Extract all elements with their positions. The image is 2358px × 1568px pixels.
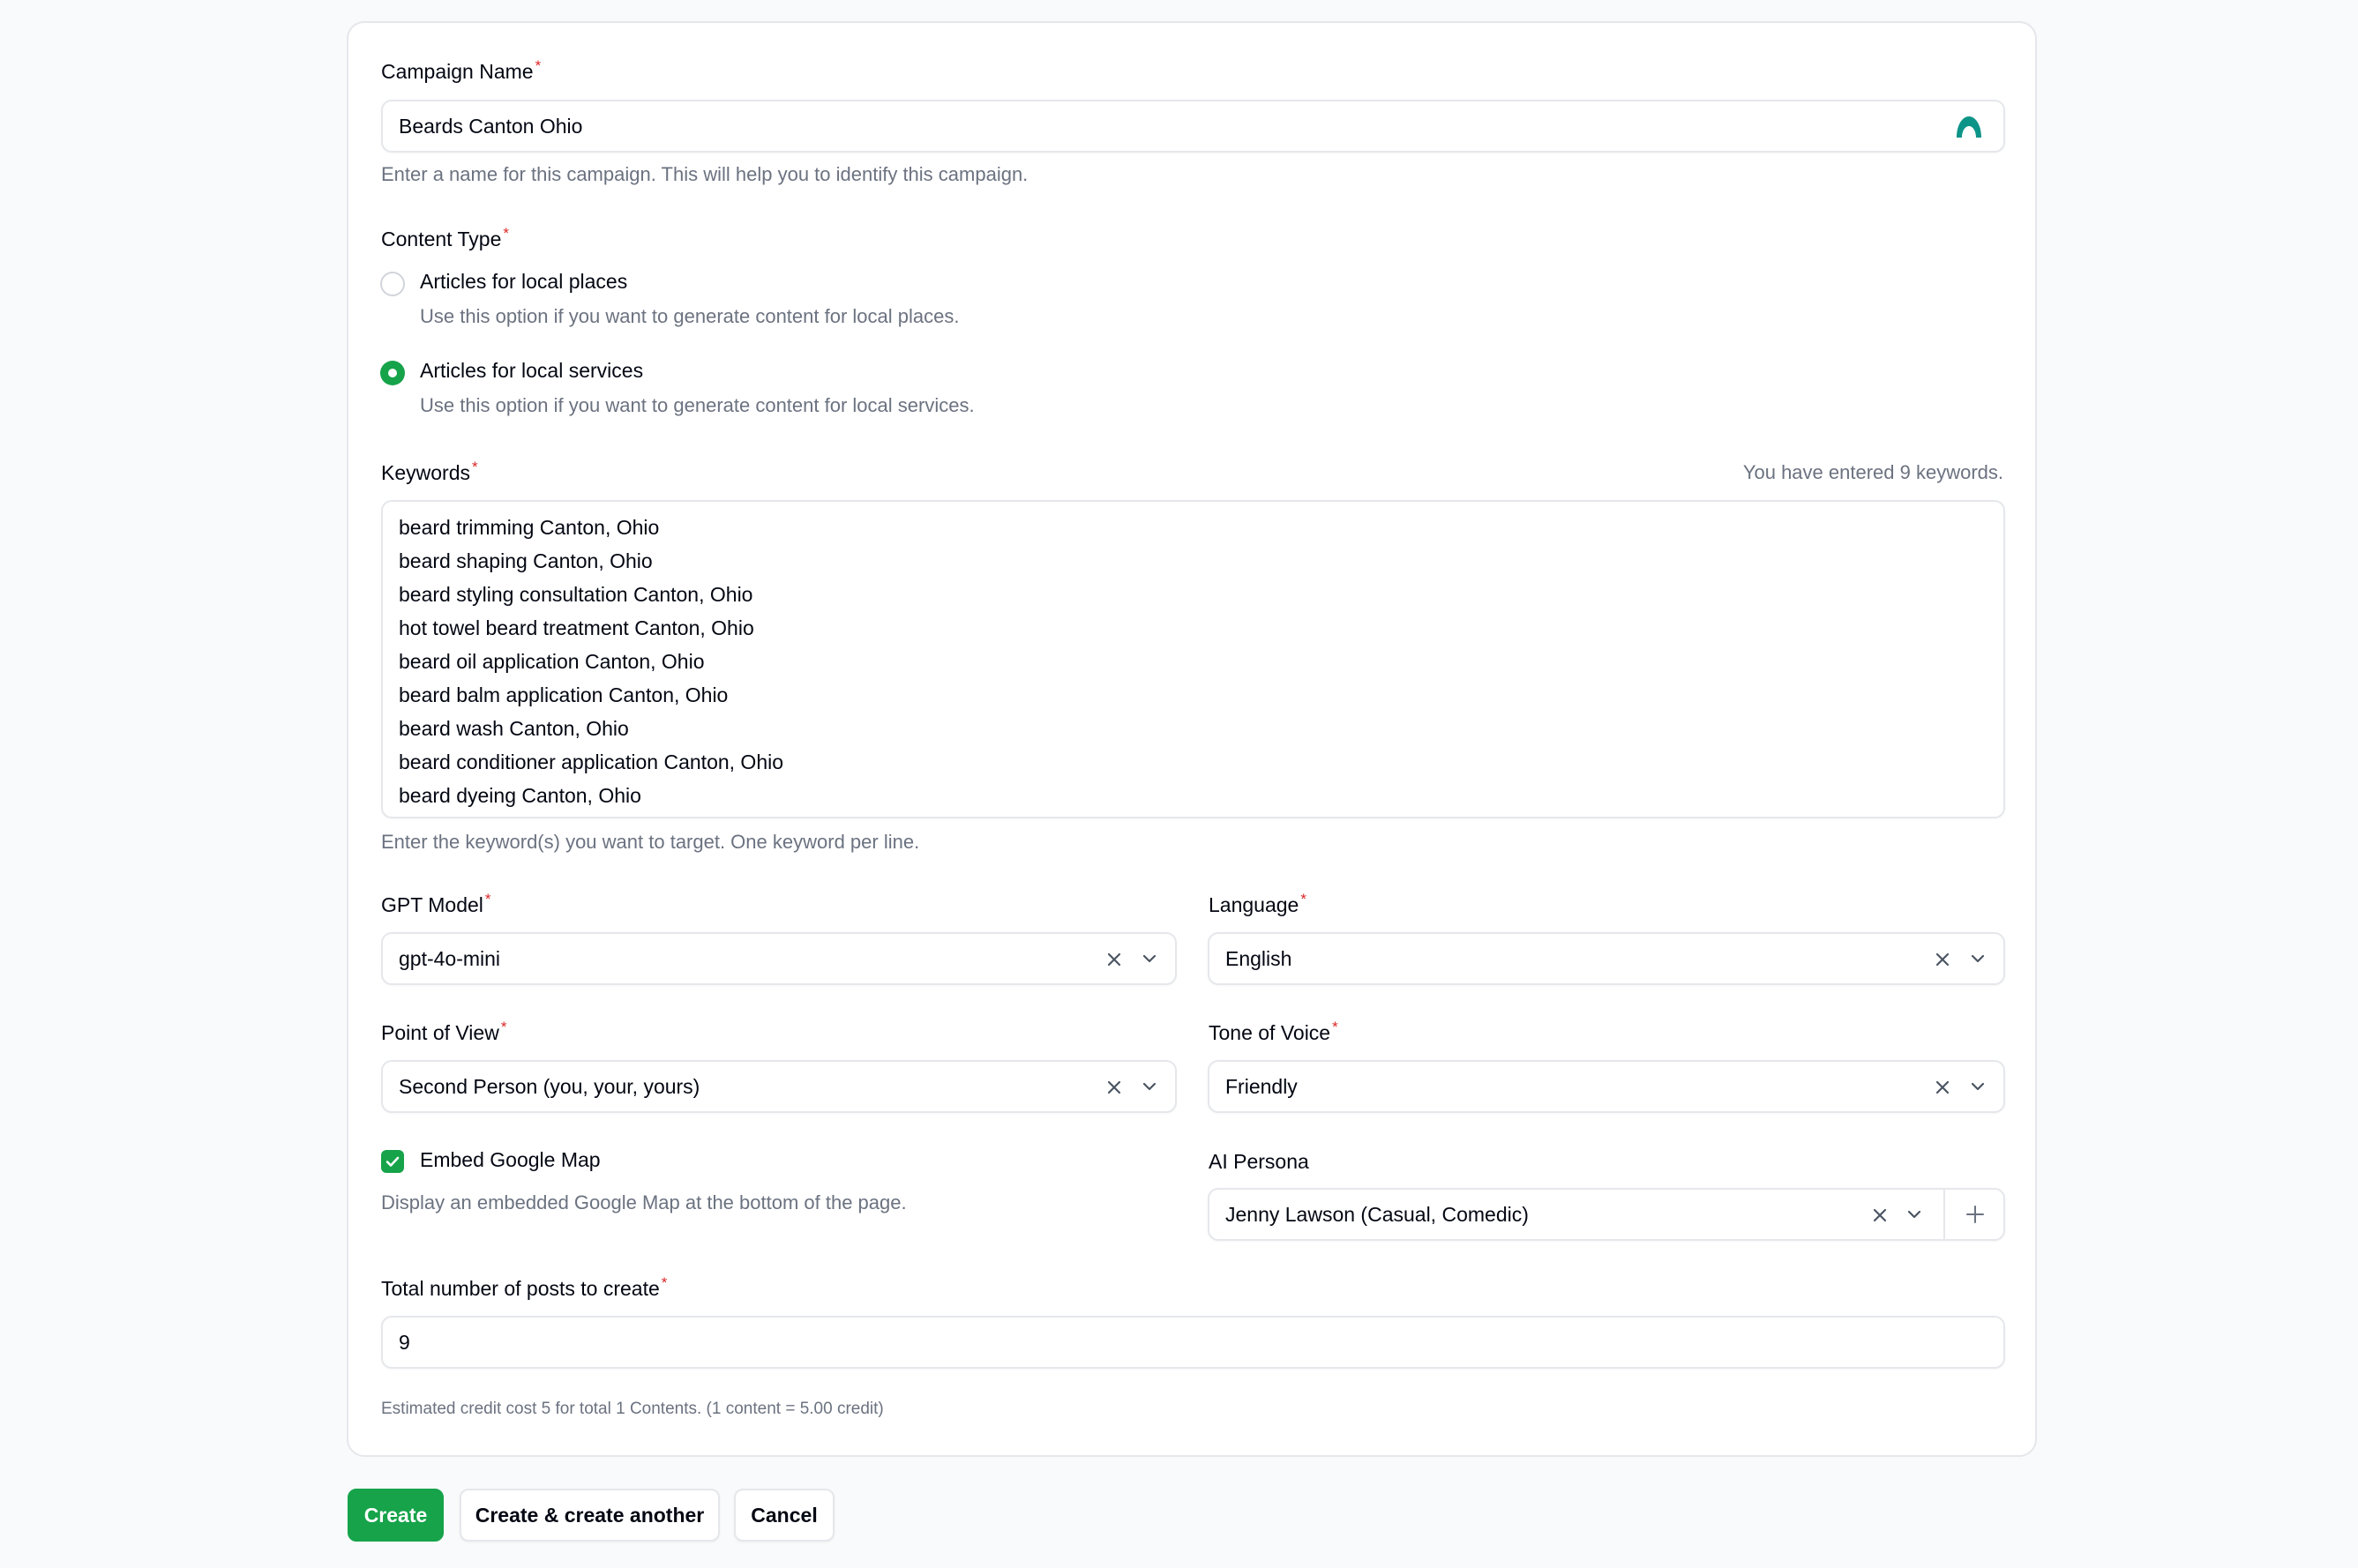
content-type-label: Content Type *: [381, 225, 510, 250]
ai-persona-value: Jenny Lawson (Casual, Comedic): [1225, 1203, 1529, 1226]
clear-x-icon[interactable]: [1106, 952, 1122, 967]
embed-map-label[interactable]: Embed Google Map: [420, 1148, 601, 1172]
campaign-name-label: Campaign Name *: [381, 57, 542, 83]
language-value: English: [1225, 947, 1292, 970]
chevron-down-icon[interactable]: [1142, 1080, 1157, 1093]
campaign-name-input[interactable]: Beards Canton Ohio: [381, 100, 2005, 153]
language-select[interactable]: English: [1208, 932, 2005, 985]
chevron-down-icon[interactable]: [1970, 1080, 1986, 1093]
option-local-services-description: Use this option if you want to generate …: [420, 394, 975, 416]
total-posts-label: Total number of posts to create *: [381, 1274, 668, 1300]
ai-persona-label: AI Persona: [1209, 1150, 1309, 1173]
campaign-name-value: Beards Canton Ohio: [399, 115, 583, 138]
embed-map-checkbox[interactable]: [381, 1150, 404, 1173]
option-local-places-label[interactable]: Articles for local places: [420, 270, 627, 294]
keyword-line: beard shaping Canton, Ohio: [399, 549, 653, 572]
cancel-button[interactable]: Cancel: [734, 1489, 835, 1542]
create-button[interactable]: Create: [348, 1489, 444, 1542]
embed-map-helper: Display an embedded Google Map at the bo…: [381, 1191, 907, 1213]
tone-of-voice-value: Friendly: [1225, 1075, 1298, 1098]
clear-x-icon[interactable]: [1935, 1079, 1950, 1095]
keyword-line: beard balm application Canton, Ohio: [399, 683, 729, 706]
keywords-count: You have entered 9 keywords.: [1742, 461, 2003, 483]
keywords-list: beard trimming Canton, Ohio beard shapin…: [399, 511, 783, 812]
keyword-line: beard oil application Canton, Ohio: [399, 650, 705, 673]
option-local-places-description: Use this option if you want to generate …: [420, 305, 960, 327]
keyword-line: hot towel beard treatment Canton, Ohio: [399, 616, 754, 639]
extension-logo-icon[interactable]: [1955, 114, 1983, 138]
language-label: Language *: [1209, 891, 1306, 916]
radio-local-services[interactable]: [380, 361, 405, 385]
clear-x-icon[interactable]: [1872, 1207, 1888, 1223]
credit-cost-note: Estimated credit cost 5 for total 1 Cont…: [381, 1400, 884, 1418]
keywords-helper: Enter the keyword(s) you want to target.…: [381, 831, 920, 853]
tone-of-voice-label: Tone of Voice *: [1209, 1019, 1338, 1044]
gpt-model-select[interactable]: gpt-4o-mini: [381, 932, 1177, 985]
keyword-line: beard dyeing Canton, Ohio: [399, 784, 641, 807]
keyword-line: beard conditioner application Canton, Oh…: [399, 750, 784, 773]
keyword-line: beard styling consultation Canton, Ohio: [399, 583, 753, 606]
create-another-button[interactable]: Create & create another: [460, 1489, 720, 1542]
total-posts-input[interactable]: 9: [381, 1316, 2005, 1369]
tone-of-voice-select[interactable]: Friendly: [1208, 1060, 2005, 1113]
point-of-view-select[interactable]: Second Person (you, your, yours): [381, 1060, 1177, 1113]
clear-x-icon[interactable]: [1935, 952, 1950, 967]
chevron-down-icon[interactable]: [1970, 952, 1986, 965]
keyword-line: beard wash Canton, Ohio: [399, 717, 629, 740]
plus-icon[interactable]: [1965, 1204, 1986, 1225]
campaign-name-helper: Enter a name for this campaign. This wil…: [381, 163, 1029, 185]
gpt-model-value: gpt-4o-mini: [399, 947, 501, 970]
keyword-line: beard trimming Canton, Ohio: [399, 516, 660, 539]
ai-persona-select[interactable]: Jenny Lawson (Casual, Comedic): [1208, 1188, 2005, 1241]
keywords-label: Keywords *: [381, 459, 478, 484]
gpt-model-label: GPT Model *: [381, 891, 491, 916]
check-icon: [386, 1156, 400, 1167]
chevron-down-icon[interactable]: [1906, 1208, 1922, 1221]
point-of-view-value: Second Person (you, your, yours): [399, 1075, 700, 1098]
radio-local-places[interactable]: [380, 272, 405, 296]
keywords-textarea[interactable]: beard trimming Canton, Ohio beard shapin…: [381, 500, 2005, 818]
total-posts-value: 9: [399, 1331, 410, 1354]
clear-x-icon[interactable]: [1106, 1079, 1122, 1095]
option-local-services-label[interactable]: Articles for local services: [420, 359, 643, 383]
persona-divider: [1943, 1190, 1945, 1239]
chevron-down-icon[interactable]: [1142, 952, 1157, 965]
point-of-view-label: Point of View *: [381, 1019, 507, 1044]
